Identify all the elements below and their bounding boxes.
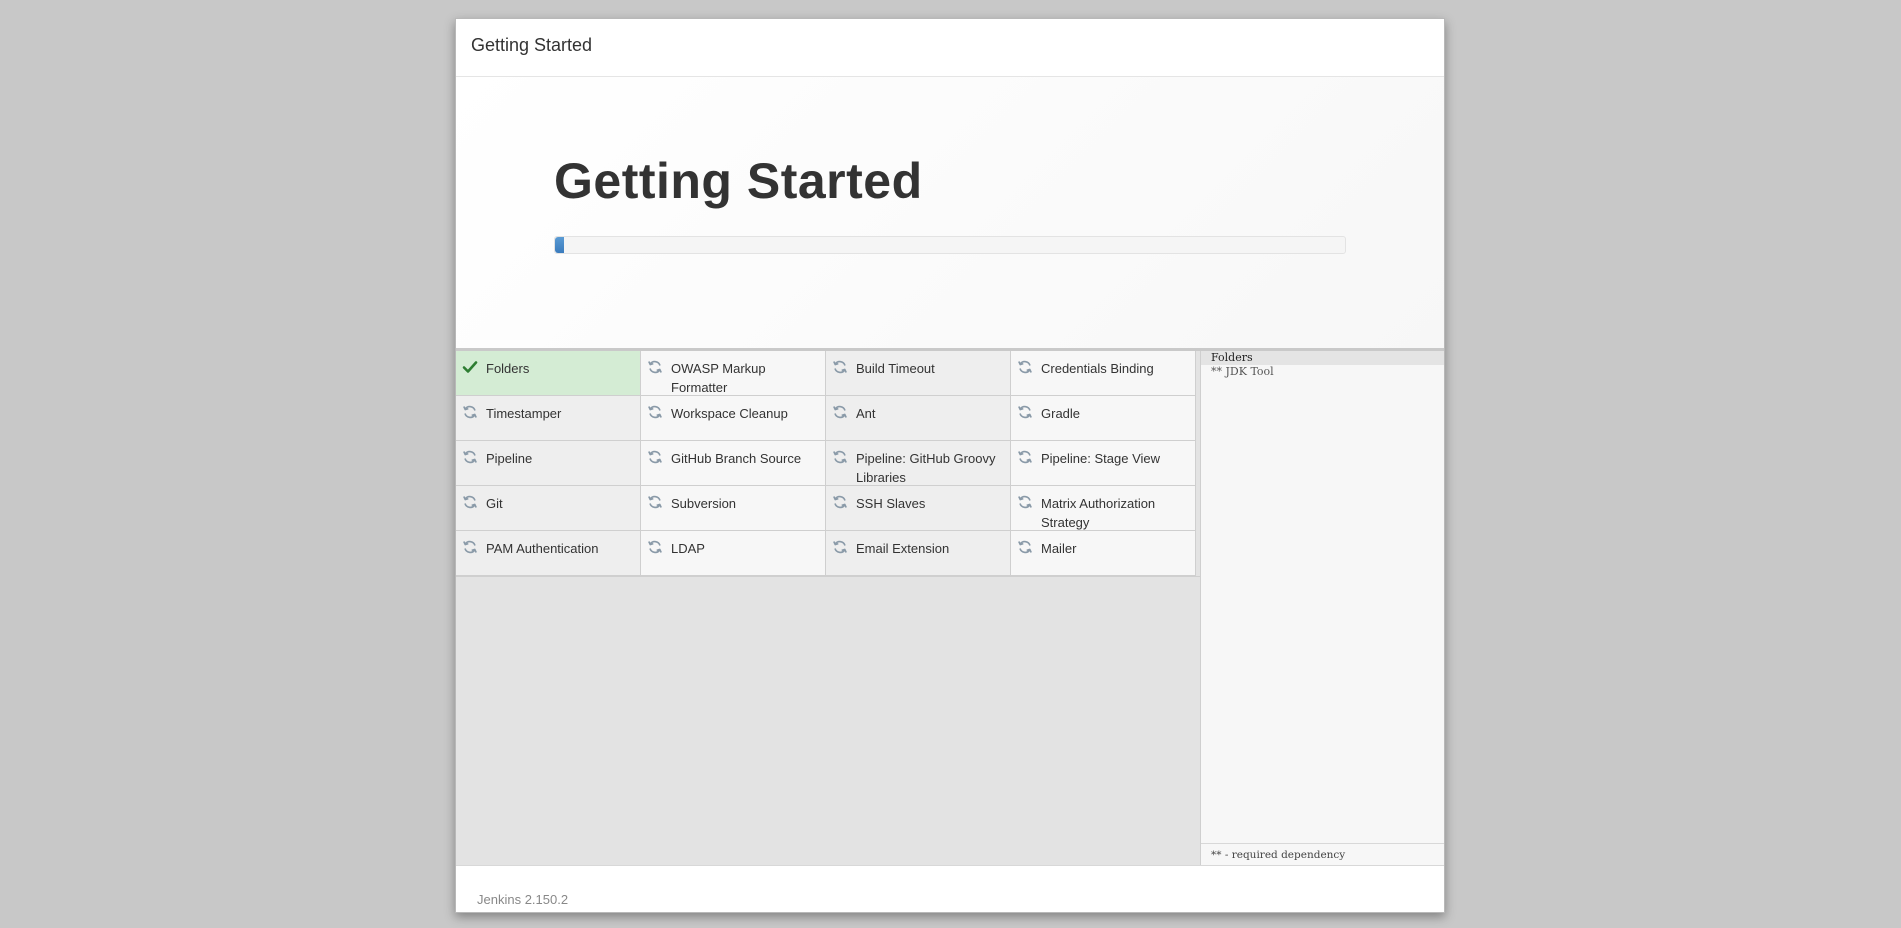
setup-wizard-dialog: Getting Started Getting Started Folders O…	[455, 18, 1445, 913]
plugin-name: Pipeline: Stage View	[1041, 451, 1161, 466]
refresh-icon	[832, 449, 848, 465]
log-line: ** JDK Tool	[1211, 365, 1274, 378]
plugin-name: Ant	[856, 406, 876, 421]
refresh-icon	[832, 359, 848, 375]
plugin-item: OWASP Markup Formatter	[641, 351, 826, 396]
plugin-name: Matrix Authorization Strategy	[1041, 496, 1156, 530]
refresh-icon	[832, 404, 848, 420]
plugin-list-panel: Folders OWASP Markup Formatter Build Timeo…	[456, 351, 1200, 865]
plugin-item: Email Extension	[826, 531, 1011, 576]
dialog-header: Getting Started	[456, 19, 1444, 77]
plugin-name: Mailer	[1041, 541, 1077, 556]
plugin-name: LDAP	[671, 541, 705, 556]
refresh-icon	[1017, 494, 1033, 510]
plugin-name: Folders	[486, 361, 530, 376]
page-title: Getting Started	[554, 153, 923, 209]
dependency-legend: ** - required dependency	[1201, 843, 1444, 865]
plugin-name: Git	[486, 496, 503, 511]
plugin-item: GitHub Branch Source	[641, 441, 826, 486]
plugin-item: Gradle	[1011, 396, 1196, 441]
plugin-name: Subversion	[671, 496, 737, 511]
dialog-title: Getting Started	[471, 35, 593, 55]
refresh-icon	[1017, 539, 1033, 555]
refresh-icon	[647, 449, 663, 465]
plugin-item: Subversion	[641, 486, 826, 531]
plugin-item: PAM Authentication	[456, 531, 641, 576]
plugin-name: SSH Slaves	[856, 496, 926, 511]
hero-panel: Getting Started	[456, 77, 1444, 351]
plugin-name: OWASP Markup Formatter	[671, 361, 766, 395]
progress-fill	[555, 237, 565, 253]
refresh-icon	[832, 494, 848, 510]
plugin-item: Workspace Cleanup	[641, 396, 826, 441]
plugin-item: Credentials Binding	[1011, 351, 1196, 396]
refresh-icon	[647, 494, 663, 510]
plugin-name: Credentials Binding	[1041, 361, 1154, 376]
refresh-icon	[462, 404, 478, 420]
plugin-item: Pipeline: GitHub Groovy Libraries	[826, 441, 1011, 486]
plugin-item: Build Timeout	[826, 351, 1011, 396]
plugin-item: Pipeline	[456, 441, 641, 486]
plugin-item: Matrix Authorization Strategy	[1011, 486, 1196, 531]
check-icon	[462, 359, 478, 375]
plugin-item: LDAP	[641, 531, 826, 576]
plugin-name: Gradle	[1041, 406, 1081, 421]
dialog-footer: Jenkins 2.150.2	[456, 865, 1444, 912]
plugin-item: Ant	[826, 396, 1011, 441]
install-progress-bar	[554, 236, 1346, 254]
jenkins-version: Jenkins 2.150.2	[477, 892, 569, 907]
refresh-icon	[1017, 404, 1033, 420]
refresh-icon	[647, 539, 663, 555]
refresh-icon	[1017, 449, 1033, 465]
plugin-name: GitHub Branch Source	[671, 451, 802, 466]
plugin-name: Build Timeout	[856, 361, 935, 376]
plugin-item: Pipeline: Stage View	[1011, 441, 1196, 486]
plugin-grid: Folders OWASP Markup Formatter Build Timeo…	[456, 351, 1200, 577]
refresh-icon	[647, 359, 663, 375]
plugin-name: PAM Authentication	[486, 541, 599, 556]
plugin-item: Git	[456, 486, 641, 531]
plugin-name: Timestamper	[486, 406, 562, 421]
plugin-item: Folders	[456, 351, 641, 396]
install-log-panel: Folders ** JDK Tool ** - required depend…	[1200, 351, 1444, 865]
plugin-name: Pipeline	[486, 451, 533, 466]
plugin-name: Pipeline: GitHub Groovy Libraries	[856, 451, 996, 485]
refresh-icon	[462, 449, 478, 465]
plugin-name: Email Extension	[856, 541, 950, 556]
refresh-icon	[462, 539, 478, 555]
refresh-icon	[1017, 359, 1033, 375]
plugin-item: SSH Slaves	[826, 486, 1011, 531]
log-line: Folders	[1201, 351, 1444, 365]
refresh-icon	[832, 539, 848, 555]
plugin-item: Timestamper	[456, 396, 641, 441]
refresh-icon	[462, 494, 478, 510]
plugin-item: Mailer	[1011, 531, 1196, 576]
plugin-name: Workspace Cleanup	[671, 406, 788, 421]
refresh-icon	[647, 404, 663, 420]
